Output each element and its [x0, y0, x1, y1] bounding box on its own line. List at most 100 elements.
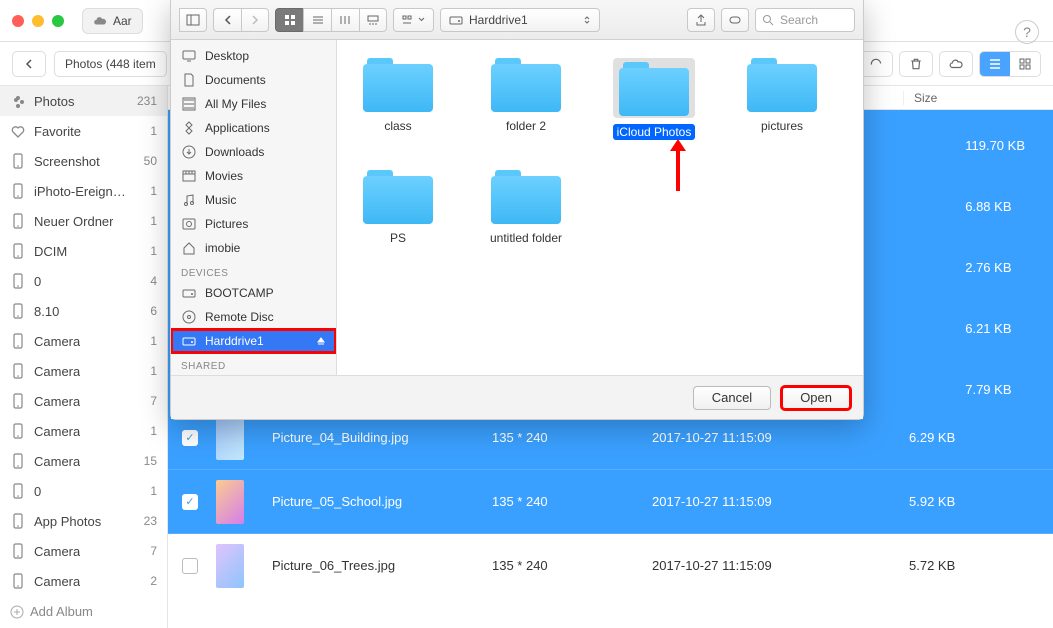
sidebar-item[interactable]: Camera 7	[0, 536, 167, 566]
table-row[interactable]: Picture_06_Trees.jpg135 * 2402017-10-27 …	[168, 534, 1053, 598]
back-button[interactable]	[12, 51, 46, 77]
close-window[interactable]	[12, 15, 24, 27]
refresh-button[interactable]	[859, 51, 893, 77]
sidebar-item[interactable]: Camera1	[0, 356, 167, 386]
folder-label: folder 2	[502, 118, 550, 134]
finder-forward[interactable]	[241, 8, 269, 32]
sidebar-count: 1	[150, 334, 157, 348]
folder-icon	[491, 58, 561, 112]
file-date: 2017-10-27 11:15:09	[652, 558, 852, 573]
sidebar-label: Camera	[34, 544, 80, 559]
sidebar-item[interactable]: Favorite 1	[0, 116, 167, 146]
file-dimensions: 135 * 240	[492, 430, 652, 445]
finder-sidebar-item[interactable]: All My Files	[171, 92, 336, 116]
folder-item[interactable]: untitled folder	[485, 170, 567, 246]
sidebar-item[interactable]: 04	[0, 266, 167, 296]
finder-search[interactable]: Search	[755, 8, 855, 32]
finder-sidebar-item[interactable]: Documents	[171, 68, 336, 92]
row-checkbox[interactable]	[182, 430, 198, 446]
drive-icon	[181, 333, 197, 349]
row-checkbox[interactable]	[182, 494, 198, 510]
breadcrumb[interactable]: Photos (448 item	[54, 51, 167, 77]
share-button[interactable]	[687, 8, 715, 32]
view-grid[interactable]	[1010, 52, 1040, 76]
path-dropdown[interactable]: Harddrive1	[440, 8, 600, 32]
cancel-button[interactable]: Cancel	[693, 386, 771, 410]
add-album[interactable]: Add Album	[0, 596, 167, 627]
finder-back[interactable]	[213, 8, 241, 32]
folder-item[interactable]: PS	[357, 170, 439, 246]
sidebar-count: 7	[150, 394, 157, 408]
finder-sidebar-item[interactable]: Movies	[171, 164, 336, 188]
sidebar-label: Favorite	[34, 124, 81, 139]
tag-icon	[728, 15, 742, 25]
sidebar-item[interactable]: iPhoto-Ereign…1	[0, 176, 167, 206]
row-checkbox[interactable]	[182, 558, 198, 574]
finder-sidebar-item[interactable]: Remote Disc	[171, 305, 336, 329]
apps-icon	[181, 120, 197, 136]
sidebar-count: 7	[150, 544, 157, 558]
finder-sidebar-item[interactable]: Harddrive1	[171, 329, 336, 353]
open-button[interactable]: Open	[781, 386, 851, 410]
phone-icon	[10, 423, 26, 439]
finder-sidebar-item[interactable]: BOOTCAMP	[171, 281, 336, 305]
view-list[interactable]	[303, 8, 331, 32]
sidebar-item[interactable]: App Photos23	[0, 506, 167, 536]
sidebar-count: 1	[150, 124, 157, 138]
view-columns[interactable]	[331, 8, 359, 32]
sidebar-item[interactable]: DCIM1	[0, 236, 167, 266]
sidebar-count: 15	[144, 454, 157, 468]
sidebar-label: Camera	[34, 364, 80, 379]
folder-item[interactable]: iCloud Photos	[613, 58, 695, 140]
desktop-icon	[181, 48, 197, 64]
finder-sidebar-item[interactable]: imobie	[171, 236, 336, 260]
file-size: 2.76 KB	[965, 260, 1025, 275]
file-name: Picture_04_Building.jpg	[272, 430, 492, 445]
sidebar-count: 1	[150, 484, 157, 498]
tags-button[interactable]	[721, 8, 749, 32]
folder-icon	[363, 58, 433, 112]
sidebar-item[interactable]: Neuer Ordner1	[0, 206, 167, 236]
folder-item[interactable]: pictures	[741, 58, 823, 140]
help-button[interactable]: ?	[1015, 20, 1039, 44]
finder-sidebar-item[interactable]: Downloads	[171, 140, 336, 164]
view-gallery[interactable]	[359, 8, 387, 32]
sidebar-item[interactable]: Camera1	[0, 416, 167, 446]
music-icon	[181, 192, 197, 208]
sidebar-item[interactable]: Screenshot50	[0, 146, 167, 176]
view-list[interactable]	[980, 52, 1010, 76]
eject-icon[interactable]	[316, 336, 326, 346]
minimize-window[interactable]	[32, 15, 44, 27]
finder-sidebar-item[interactable]: Desktop	[171, 44, 336, 68]
column-size[interactable]: Size	[903, 91, 1053, 105]
finder-sidebar-item[interactable]: Pictures	[171, 212, 336, 236]
sidebar-item[interactable]: Photos231	[0, 86, 167, 116]
view-icons[interactable]	[275, 8, 303, 32]
finder-sidebar-item[interactable]: Applications	[171, 116, 336, 140]
file-list: Picture_04_Building.jpg135 * 240 2017-10-…	[168, 406, 1053, 628]
folder-item[interactable]: folder 2	[485, 58, 567, 140]
trash-button[interactable]	[899, 51, 933, 77]
zoom-window[interactable]	[52, 15, 64, 27]
finder-sidebar-item[interactable]: Music	[171, 188, 336, 212]
sidebar-item[interactable]: Camera7	[0, 386, 167, 416]
account-pill[interactable]: Aar	[82, 8, 143, 34]
sidebar-item[interactable]: 8.106	[0, 296, 167, 326]
sidebar-item[interactable]: Camera15	[0, 446, 167, 476]
shared-header: Shared	[171, 353, 336, 374]
folder-item[interactable]: class	[357, 58, 439, 140]
phone-icon	[10, 303, 26, 319]
file-size: 6.29 KB	[909, 430, 1039, 445]
sidebar-count: 1	[150, 184, 157, 198]
updown-icon	[583, 15, 591, 25]
account-label: Aar	[113, 14, 132, 28]
cloud-button[interactable]	[939, 51, 973, 77]
table-row[interactable]: Picture_05_School.jpg135 * 2402017-10-27…	[168, 470, 1053, 534]
sidebar-item[interactable]: Camera1	[0, 326, 167, 356]
group-by[interactable]	[393, 8, 434, 32]
sidebar-item[interactable]: Camera2	[0, 566, 167, 596]
sidebar-label: Camera	[34, 574, 80, 589]
phone-icon	[10, 333, 26, 349]
sidebar-item[interactable]: 01	[0, 476, 167, 506]
finder-sidebar-toggle[interactable]	[179, 8, 207, 32]
